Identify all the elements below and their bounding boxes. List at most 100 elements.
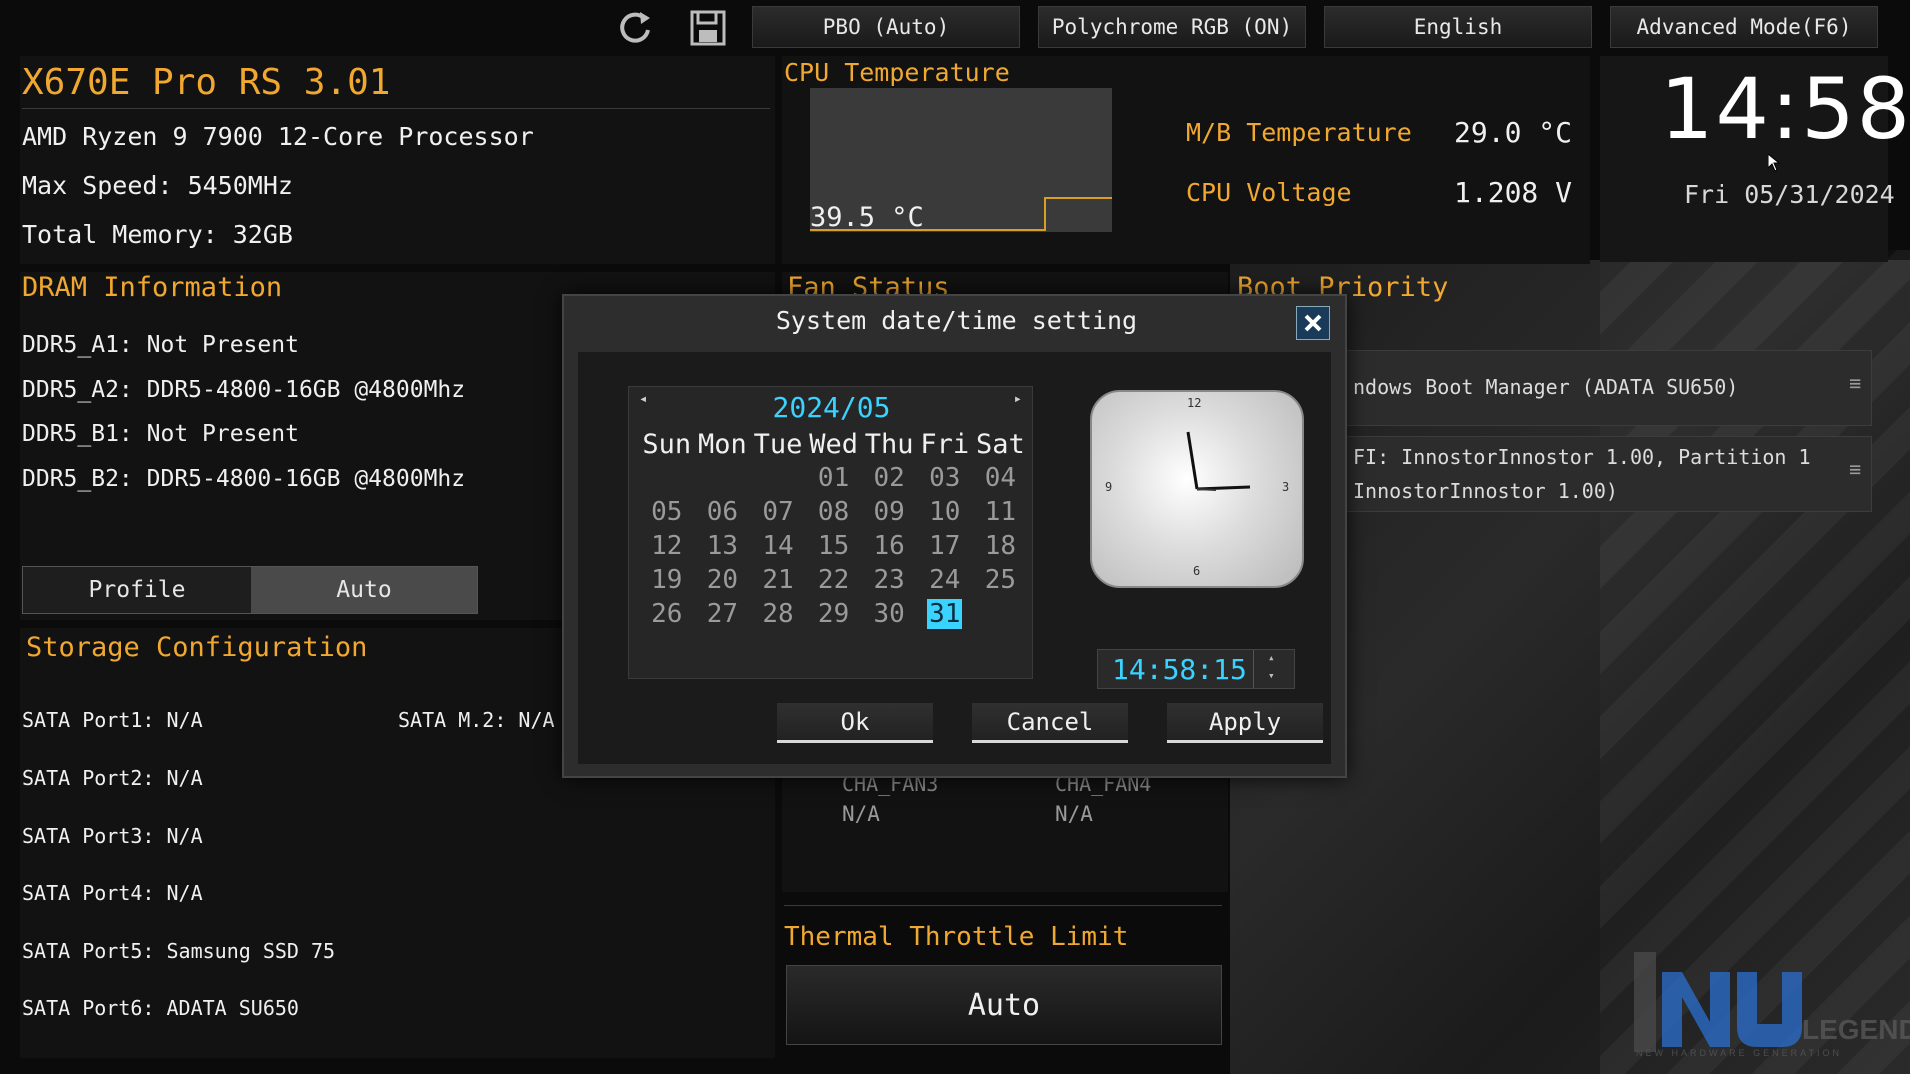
site-watermark-logo: LEGEND NEW HARDWARE GENERATION	[1632, 952, 1910, 1062]
calendar-week: 05 06 07 08 09 10 11	[639, 495, 1029, 529]
dram-profile-selector[interactable]: Profile Auto	[22, 566, 478, 614]
calendar-day[interactable]: 29	[806, 599, 862, 629]
clock-number-6: 6	[1193, 564, 1201, 578]
calendar-day[interactable]: 01	[806, 463, 862, 493]
calendar-day-label: 29	[817, 599, 850, 629]
weekday-label: Fri	[920, 428, 970, 460]
time-input[interactable]: 14:58:15 ▴ ▾	[1097, 649, 1295, 689]
calendar-day-label: 02	[873, 463, 905, 493]
weekday-label: Wed	[809, 428, 858, 460]
calendar-day-label: 18	[984, 531, 1017, 561]
sata-port2: SATA Port2: N/A	[22, 766, 203, 790]
calendar-day-label: 06	[706, 497, 739, 527]
calendar-day[interactable]: 04	[973, 463, 1029, 493]
calendar-day-label: 27	[706, 599, 739, 629]
dram-title: DRAM Information	[22, 272, 283, 303]
calendar-day-label: 09	[873, 497, 905, 527]
calendar-day-label: 21	[762, 565, 794, 595]
calendar-day[interactable]: 21	[750, 565, 806, 595]
polychrome-rgb-button[interactable]: Polychrome RGB (ON)	[1038, 6, 1306, 48]
calendar-day[interactable]: 17	[917, 531, 973, 561]
calendar-day[interactable]: 13	[695, 531, 751, 561]
clock-time: 14:58	[1660, 60, 1910, 158]
max-speed: Max Speed: 5450MHz	[22, 171, 293, 200]
profile-value[interactable]: Auto	[251, 567, 477, 613]
calendar-day[interactable]: 23	[861, 565, 917, 595]
calendar-day[interactable]: 02	[861, 463, 917, 493]
save-icon[interactable]	[686, 6, 730, 50]
calendar-week: 26 27 28 29 30 31	[639, 597, 1029, 631]
calendar-day[interactable]: 11	[973, 497, 1029, 527]
calendar-week: 01 02 03 04	[639, 461, 1029, 495]
calendar-grid: Sun Mon Tue Wed Thu Fri Sat 01 02 03 04 05 06 07 08 09…	[639, 427, 1029, 631]
weekday-label: Sat	[975, 428, 1025, 460]
calendar-week: 12 13 14 15 16 17 18	[639, 529, 1029, 563]
calendar-day[interactable]: 07	[750, 497, 806, 527]
thermal-throttle-title: Thermal Throttle Limit	[784, 922, 1129, 952]
calendar-day[interactable]: 22	[806, 565, 862, 595]
weekday-label: Tue	[753, 428, 803, 460]
dram-slot-a1: DDR5_A1: Not Present	[22, 332, 299, 358]
ok-button[interactable]: Ok	[777, 703, 933, 743]
drag-handle-icon[interactable]: ≡	[1849, 457, 1861, 481]
sata-port3: SATA Port3: N/A	[22, 824, 203, 848]
calendar-day[interactable]: 24	[917, 565, 973, 595]
datetime-dialog: System date/time setting ◂ 2024/05 ▸ Sun…	[562, 294, 1347, 778]
close-icon[interactable]	[1296, 306, 1330, 340]
language-button[interactable]: English	[1324, 6, 1592, 48]
sata-port5: SATA Port5: Samsung SSD 75	[22, 939, 336, 963]
boot-item-1[interactable]: ndows Boot Manager (ADATA SU650) ≡	[1340, 350, 1872, 426]
calendar-day[interactable]: 14	[750, 531, 806, 561]
stepper-up-icon[interactable]: ▴	[1268, 651, 1275, 664]
calendar-day-label: 03	[929, 463, 961, 493]
calendar-day[interactable]: 20	[695, 565, 751, 595]
calendar-day[interactable]: 18	[973, 531, 1029, 561]
calendar-day[interactable]: 05	[639, 497, 695, 527]
storage-title: Storage Configuration	[26, 632, 368, 663]
calendar-day-label: 11	[984, 497, 1017, 527]
calendar-day[interactable]: 15	[806, 531, 862, 561]
calendar-day-label: 07	[762, 497, 794, 527]
calendar-day[interactable]: 19	[639, 565, 695, 595]
calendar-day[interactable]: 16	[861, 531, 917, 561]
calendar-day[interactable]: 03	[917, 463, 973, 493]
calendar-day-label: 28	[762, 599, 794, 629]
calendar-day[interactable]: 10	[917, 497, 973, 527]
calendar-day[interactable]: 25	[973, 565, 1029, 595]
mb-temp-value: 29.0 °C	[1454, 116, 1573, 149]
calendar-day[interactable]: 26	[639, 599, 695, 629]
clock-date: Fri 05/31/2024	[1684, 180, 1895, 209]
calendar-day-label: 16	[873, 531, 905, 561]
calendar-day-label: 17	[929, 531, 961, 561]
calendar-day-label: 22	[817, 565, 850, 595]
cpu-temp-title: CPU Temperature	[784, 58, 1010, 87]
refresh-icon[interactable]	[614, 6, 658, 50]
boot-item-2[interactable]: FI: InnostorInnostor 1.00, Partition 1 I…	[1340, 436, 1872, 512]
calendar-day[interactable]: 12	[639, 531, 695, 561]
sata-port6: SATA Port6: ADATA SU650	[22, 996, 299, 1020]
calendar-day[interactable]: 27	[695, 599, 751, 629]
calendar-day-label: 23	[873, 565, 905, 595]
calendar-day-label: 10	[929, 497, 961, 527]
thermal-throttle-select[interactable]: Auto	[786, 965, 1222, 1045]
calendar-day[interactable]: 30	[861, 599, 917, 629]
stepper-down-icon[interactable]: ▾	[1268, 669, 1275, 682]
calendar-day[interactable]: 28	[750, 599, 806, 629]
next-month-icon[interactable]: ▸	[1014, 391, 1022, 407]
calendar-day[interactable]: 06	[695, 497, 751, 527]
weekday-label: Mon	[698, 428, 747, 460]
calendar-day-label: 24	[929, 565, 961, 595]
pbo-button[interactable]: PBO (Auto)	[752, 6, 1020, 48]
calendar-day-label: 30	[873, 599, 905, 629]
advanced-mode-button[interactable]: Advanced Mode(F6)	[1610, 6, 1878, 48]
calendar-day-label: 26	[651, 599, 683, 629]
calendar-day[interactable]: 09	[861, 497, 917, 527]
calendar-weekdays: Sun Mon Tue Wed Thu Fri Sat	[639, 427, 1029, 461]
apply-button[interactable]: Apply	[1167, 703, 1323, 743]
time-stepper[interactable]: ▴ ▾	[1253, 650, 1294, 688]
calendar-day[interactable]: 08	[806, 497, 862, 527]
calendar-day[interactable]: 31	[917, 599, 973, 629]
drag-handle-icon[interactable]: ≡	[1849, 371, 1861, 395]
cancel-button[interactable]: Cancel	[972, 703, 1128, 743]
cha-fan3-value: N/A	[842, 802, 880, 826]
